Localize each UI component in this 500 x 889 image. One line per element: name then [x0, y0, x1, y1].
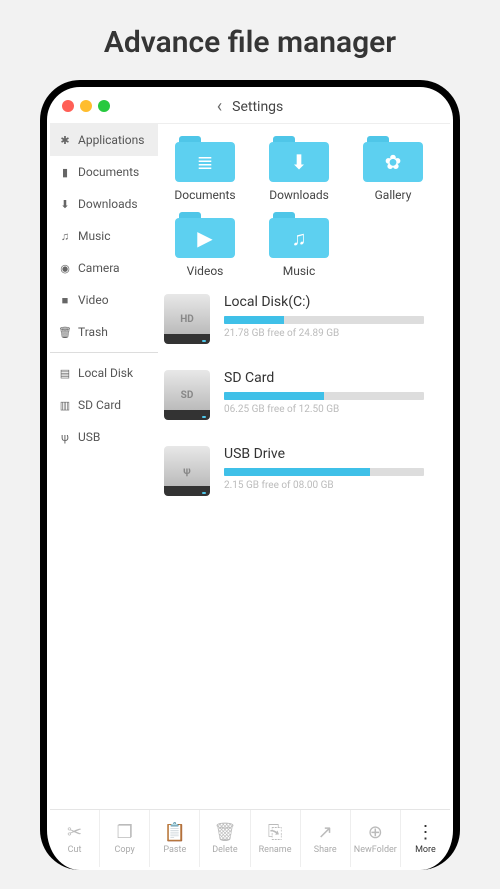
drive-icon: ψ: [164, 446, 210, 496]
drive-usb-drive[interactable]: ψ USB Drive 2.15 GB free of 08.00 GB: [164, 446, 444, 496]
folder-grid: ≣ Documents ⬇ Downloads ✿ Gallery ▶ Videos ♫ Musi…: [164, 136, 444, 278]
drive-name: SD Card: [224, 370, 434, 386]
toolbar-label: Paste: [163, 845, 186, 855]
sidebar-item-downloads[interactable]: ⬇ Downloads: [50, 188, 158, 220]
sidebar-item-usb[interactable]: ψ USB: [50, 421, 158, 453]
phone-frame: ‹ Settings ✱ Applications ▮ Documents ⬇ Downl…: [40, 80, 460, 870]
copy-icon: ❐: [117, 822, 133, 843]
sidebar-icon: ⬇: [58, 198, 72, 211]
sidebar-icon: ■: [58, 294, 72, 307]
folder-icon: ⬇: [269, 136, 329, 182]
folder-downloads[interactable]: ⬇ Downloads: [258, 136, 340, 202]
folder-music[interactable]: ♫ Music: [258, 212, 340, 278]
sidebar-item-local-disk[interactable]: ▤ Local Disk: [50, 357, 158, 389]
toolbar-label: Delete: [212, 845, 237, 855]
sidebar-icon: ψ: [58, 431, 72, 444]
drive-sd-card[interactable]: SD SD Card 06.25 GB free of 12.50 GB: [164, 370, 444, 420]
toolbar-label: More: [415, 845, 436, 855]
folder-label: Music: [283, 264, 315, 278]
sidebar-label: USB: [78, 430, 100, 444]
folder-icon: ♫: [269, 212, 329, 258]
sidebar-icon: ▤: [58, 367, 72, 380]
newfolder-icon: ⊕: [368, 822, 383, 843]
sidebar-item-documents[interactable]: ▮ Documents: [50, 156, 158, 188]
folder-label: Videos: [187, 264, 224, 278]
toolbar-delete-button[interactable]: 🗑 Delete: [200, 810, 250, 867]
toolbar-newfolder-button[interactable]: ⊕ NewFolder: [351, 810, 401, 867]
page-title: Advance file manager: [0, 0, 500, 80]
sidebar-item-music[interactable]: ♫ Music: [50, 220, 158, 252]
folder-label: Gallery: [375, 188, 412, 202]
drive-icon: HD: [164, 294, 210, 344]
folder-icon: ▶: [175, 212, 235, 258]
paste-icon: 📋: [164, 822, 186, 843]
sidebar-label: Trash: [78, 325, 108, 339]
sidebar-item-camera[interactable]: ◉ Camera: [50, 252, 158, 284]
main-panel: ≣ Documents ⬇ Downloads ✿ Gallery ▶ Videos ♫ Musi…: [158, 124, 450, 809]
close-icon[interactable]: [62, 100, 74, 112]
sidebar-label: Downloads: [78, 197, 138, 211]
toolbar-label: Copy: [115, 845, 135, 855]
drive-free-text: 2.15 GB free of 08.00 GB: [224, 480, 434, 491]
folder-videos[interactable]: ▶ Videos: [164, 212, 246, 278]
sidebar-label: Local Disk: [78, 366, 133, 380]
drive-local-disk-c--[interactable]: HD Local Disk(C:) 21.78 GB free of 24.89 G…: [164, 294, 444, 344]
cut-icon: ✂: [67, 822, 82, 843]
sidebar-separator: [50, 352, 158, 353]
sidebar-icon: ▥: [58, 399, 72, 412]
folder-gallery[interactable]: ✿ Gallery: [352, 136, 434, 202]
bottom-toolbar: ✂ Cut ❐ Copy 📋 Paste 🗑 Delete ⎘ Rename ↗ Share ⊕ NewF…: [50, 809, 450, 867]
toolbar-label: Rename: [259, 845, 292, 855]
toolbar-share-button[interactable]: ↗ Share: [301, 810, 351, 867]
drive-name: Local Disk(C:): [224, 294, 434, 310]
sidebar-item-video[interactable]: ■ Video: [50, 284, 158, 316]
toolbar-label: Cut: [68, 845, 82, 855]
minimize-icon[interactable]: [80, 100, 92, 112]
sidebar-label: Applications: [78, 133, 144, 147]
drive-free-text: 06.25 GB free of 12.50 GB: [224, 404, 434, 415]
toolbar-more-button[interactable]: ⋮ More: [401, 810, 450, 867]
folder-icon: ≣: [175, 136, 235, 182]
sidebar-item-sd-card[interactable]: ▥ SD Card: [50, 389, 158, 421]
folder-label: Documents: [174, 188, 235, 202]
drive-bar: [224, 392, 424, 400]
rename-icon: ⎘: [268, 822, 282, 843]
toolbar-cut-button[interactable]: ✂ Cut: [50, 810, 100, 867]
drive-name: USB Drive: [224, 446, 434, 462]
drive-bar: [224, 316, 424, 324]
drives-list: HD Local Disk(C:) 21.78 GB free of 24.89 G…: [164, 294, 444, 496]
back-icon[interactable]: ‹: [217, 96, 222, 117]
sidebar-label: SD Card: [78, 398, 121, 412]
sidebar-label: Camera: [78, 261, 120, 275]
sidebar-icon: 🗑: [58, 326, 72, 339]
drive-bar: [224, 468, 424, 476]
maximize-icon[interactable]: [98, 100, 110, 112]
more-icon: ⋮: [416, 822, 434, 843]
traffic-lights: [62, 100, 110, 112]
toolbar-paste-button[interactable]: 📋 Paste: [150, 810, 200, 867]
sidebar-icon: ▮: [58, 166, 72, 179]
sidebar-icon: ♫: [58, 230, 72, 243]
topbar-title: Settings: [232, 99, 283, 115]
sidebar-icon: ◉: [58, 262, 72, 275]
toolbar-rename-button[interactable]: ⎘ Rename: [251, 810, 301, 867]
sidebar-icon: ✱: [58, 134, 72, 147]
folder-icon: ✿: [363, 136, 423, 182]
sidebar-label: Music: [78, 229, 110, 243]
share-icon: ↗: [318, 822, 333, 843]
sidebar-label: Documents: [78, 165, 139, 179]
delete-icon: 🗑: [214, 822, 237, 843]
toolbar-label: NewFolder: [354, 845, 397, 855]
sidebar-item-applications[interactable]: ✱ Applications: [50, 124, 158, 156]
sidebar-label: Video: [78, 293, 109, 307]
sidebar: ✱ Applications ▮ Documents ⬇ Downloads ♫ Music ◉…: [50, 124, 158, 809]
topbar: ‹ Settings: [50, 90, 450, 124]
toolbar-label: Share: [314, 845, 337, 855]
drive-free-text: 21.78 GB free of 24.89 GB: [224, 328, 434, 339]
drive-icon: SD: [164, 370, 210, 420]
folder-label: Downloads: [269, 188, 329, 202]
toolbar-copy-button[interactable]: ❐ Copy: [100, 810, 150, 867]
folder-documents[interactable]: ≣ Documents: [164, 136, 246, 202]
sidebar-item-trash[interactable]: 🗑 Trash: [50, 316, 158, 348]
